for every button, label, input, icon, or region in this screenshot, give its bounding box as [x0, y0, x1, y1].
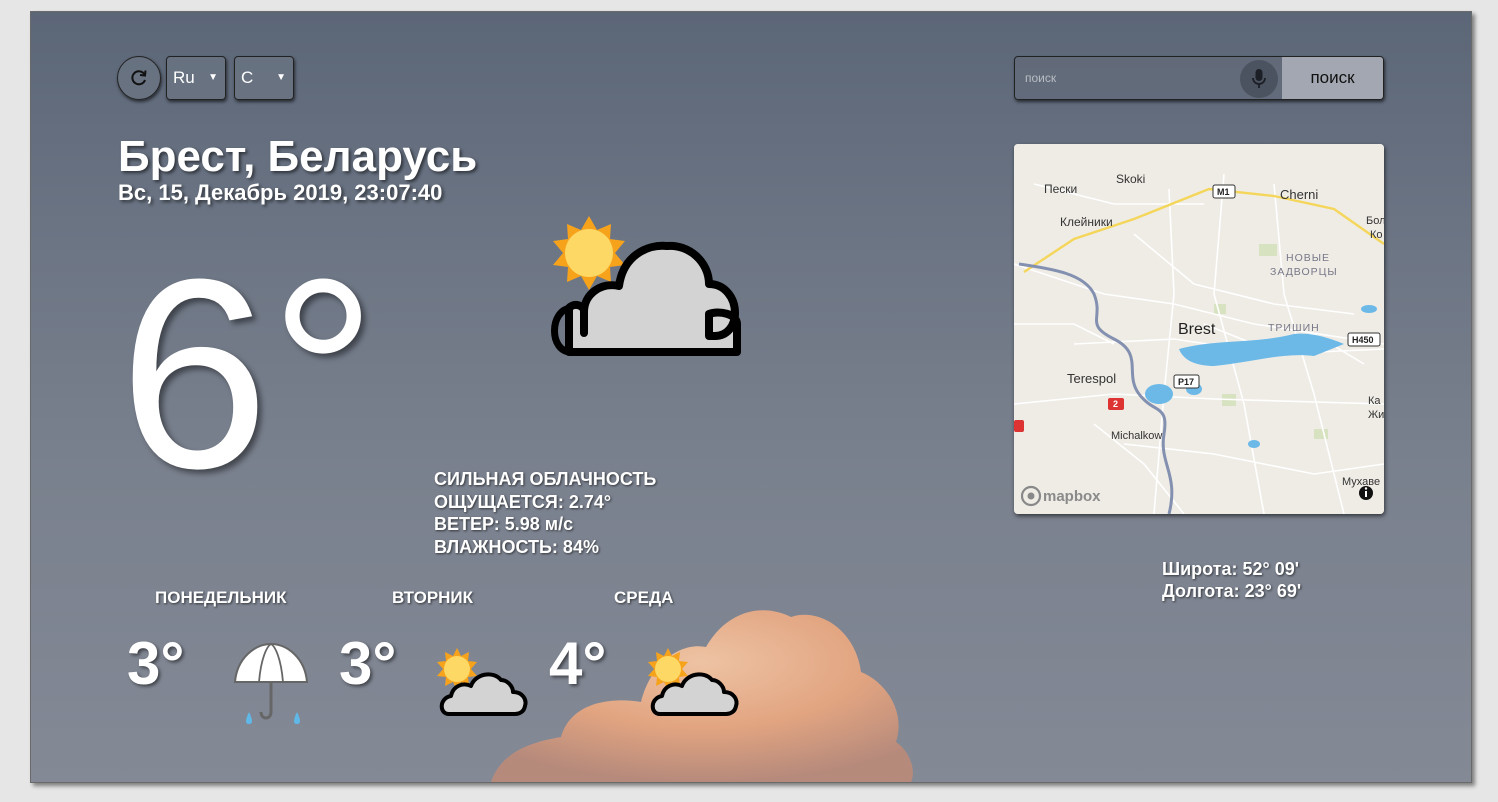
humidity-text: ВЛАЖНОСТЬ: 84%	[434, 536, 599, 557]
info-icon[interactable]	[1359, 486, 1373, 500]
longitude-text: Долгота: 23° 69'	[1162, 581, 1302, 601]
microphone-icon	[1252, 69, 1266, 88]
park-area	[1259, 244, 1277, 256]
map-label: Клейники	[1060, 215, 1113, 229]
forecast-temperature: 4°	[549, 630, 607, 697]
city-name: Брест, Беларусь	[118, 132, 478, 181]
route-shield-p17: P17	[1173, 374, 1200, 389]
forecast-temperature: 3°	[339, 630, 397, 697]
dropdown-arrow-icon: ▼	[276, 72, 286, 83]
route-shield-h450: H450	[1347, 332, 1381, 347]
svg-text:mapbox: mapbox	[1043, 488, 1101, 505]
map-label: Brest	[1178, 321, 1216, 338]
unit-select[interactable]: C ▼	[234, 56, 294, 100]
sun-behind-cloud-icon	[437, 648, 528, 716]
map-label: ЗАДВОРЦЫ	[1270, 266, 1338, 278]
forecast-day-name: ВТОРНИК	[392, 588, 474, 607]
condition-text: СИЛЬНАЯ ОБЛАЧНОСТЬ	[434, 469, 657, 489]
svg-text:M1: M1	[1217, 187, 1230, 197]
forecast-day-name: ПОНЕДЕЛЬНИК	[155, 588, 287, 607]
location-map[interactable]: Пески Skoki Cherni Клейники НОВЫЕ ЗАДВОР…	[1014, 144, 1384, 514]
unit-value: C	[241, 68, 254, 87]
forecast-day-name: СРЕДА	[614, 588, 674, 607]
language-select[interactable]: Ru ▼	[166, 56, 226, 100]
map-label: Skoki	[1116, 172, 1145, 186]
current-details: СИЛЬНАЯ ОБЛАЧНОСТЬ ОЩУЩАЕТСЯ: 2.74° ВЕТЕ…	[434, 468, 656, 558]
map-label: НОВЫЕ	[1286, 252, 1330, 264]
park-area	[1314, 429, 1328, 439]
search-input[interactable]: поиск	[1025, 71, 1056, 85]
map-label: Terespol	[1067, 371, 1116, 386]
search-button[interactable]: поиск	[1282, 57, 1383, 99]
route-shield-edge	[1014, 420, 1024, 432]
map-label: Michalkow	[1111, 430, 1162, 442]
map-label: Cherni	[1280, 187, 1318, 202]
map-label: Бол	[1366, 215, 1384, 227]
wind-text: ВЕТЕР: 5.98 м/с	[434, 514, 574, 534]
map-label: Пески	[1044, 182, 1077, 196]
map-label: Мухаве	[1342, 476, 1380, 488]
feels-like-text: ОЩУЩАЕТСЯ: 2.74°	[434, 491, 612, 512]
map-label: Жир	[1368, 409, 1384, 421]
umbrella-rain-icon	[233, 642, 309, 724]
dropdown-arrow-icon: ▼	[208, 72, 218, 83]
map-label: ТРИШИН	[1268, 322, 1320, 334]
sun-behind-cloud-icon	[648, 648, 739, 716]
forecast-temperature: 3°	[127, 630, 185, 697]
sun-behind-cloud-icon	[551, 216, 741, 356]
voice-search-button[interactable]	[1240, 60, 1278, 98]
refresh-icon	[131, 70, 147, 86]
coordinates: Широта: 52° 09' Долгота: 23° 69'	[1162, 558, 1301, 602]
svg-text:H450: H450	[1352, 335, 1374, 345]
language-value: Ru	[173, 68, 195, 87]
svg-text:P17: P17	[1178, 377, 1194, 387]
map-label: Ка	[1368, 395, 1381, 407]
latitude-text: Широта: 52° 09'	[1162, 559, 1300, 579]
current-temperature: 6°	[119, 224, 378, 525]
refresh-button[interactable]	[117, 56, 161, 100]
route-shield-2: 2	[1108, 398, 1124, 410]
weather-app: Ru ▼ C ▼ поиск поиск Брест, Беларусь Вс,…	[30, 11, 1472, 783]
park-area	[1214, 304, 1226, 314]
current-datetime: Вс, 15, Декабрь 2019, 23:07:40	[118, 180, 443, 205]
route-shield-m1: M1	[1212, 184, 1236, 199]
search-bar: поиск поиск	[1014, 56, 1384, 100]
svg-text:2: 2	[1113, 399, 1118, 409]
map-label: Ко	[1370, 229, 1383, 241]
